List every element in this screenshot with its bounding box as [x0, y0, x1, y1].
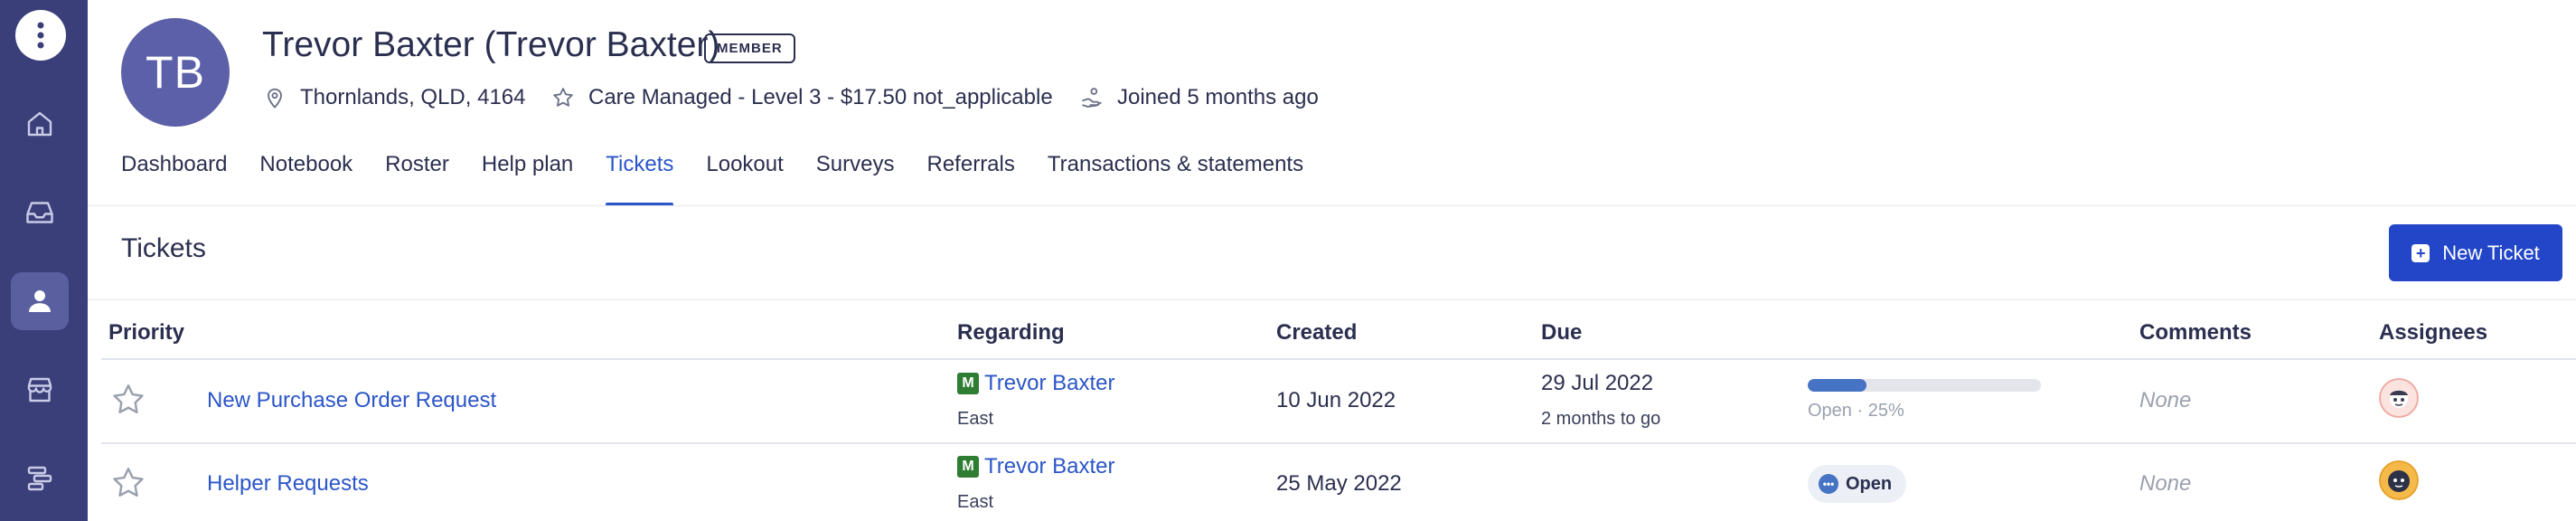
tab-transactions[interactable]: Transactions & statements	[1048, 145, 1303, 206]
member-avatar: TB	[121, 18, 230, 127]
column-header-due[interactable]: Due	[1541, 320, 1582, 346]
progress-fill	[1808, 379, 1866, 392]
store-icon	[27, 377, 52, 403]
sidebar	[0, 0, 88, 521]
member-type-badge: M	[957, 373, 979, 394]
sidebar-item-home[interactable]	[11, 95, 69, 153]
plan-text: Care Managed - Level 3 - $17.50 not_appl…	[588, 85, 1053, 109]
new-ticket-label: New Ticket	[2442, 241, 2540, 264]
star-outline-icon[interactable]	[109, 464, 147, 502]
tab-roster[interactable]: Roster	[385, 145, 449, 206]
regarding-name: Trevor Baxter	[984, 454, 1115, 478]
tab-dashboard[interactable]: Dashboard	[121, 145, 227, 206]
created-date: 25 May 2022	[1276, 471, 1402, 496]
tabs-divider	[88, 205, 2576, 206]
regarding-link[interactable]: M Trevor Baxter	[957, 371, 1114, 396]
due-relative: 2 months to go	[1541, 409, 1661, 429]
regarding-name: Trevor Baxter	[984, 371, 1115, 395]
plus-icon: +	[2411, 243, 2430, 262]
column-header-comments[interactable]: Comments	[2139, 320, 2252, 346]
status-ellipsis-icon: •••	[1819, 474, 1838, 494]
user-icon	[29, 290, 51, 312]
column-header-assignees[interactable]: Assignees	[2379, 320, 2487, 346]
status-badge: ••• Open	[1808, 465, 1907, 503]
column-header-created[interactable]: Created	[1276, 320, 1357, 346]
tab-notebook[interactable]: Notebook	[259, 145, 353, 206]
assignee-avatar[interactable]	[2379, 378, 2419, 418]
comments-count: None	[2139, 471, 2192, 496]
tab-lookout[interactable]: Lookout	[706, 145, 783, 206]
due-date: 29 Jul 2022	[1541, 371, 1654, 395]
column-header-regarding[interactable]: Regarding	[957, 320, 1065, 346]
sidebar-item-inbox[interactable]	[11, 184, 69, 242]
more-vertical-icon	[37, 22, 44, 49]
column-header-priority[interactable]: Priority	[108, 320, 184, 346]
member-plan: Care Managed - Level 3 - $17.50 not_appl…	[550, 80, 1053, 116]
created-date: 10 Jun 2022	[1276, 388, 1396, 412]
member-location: Thornlands, QLD, 4164	[262, 80, 525, 116]
sidebar-item-timeline[interactable]	[11, 450, 69, 507]
progress-label: Open · 25%	[1808, 401, 1904, 421]
section-divider	[88, 299, 2576, 300]
joined-text: Joined 5 months ago	[1117, 85, 1319, 109]
comments-count: None	[2139, 388, 2192, 412]
tab-surveys[interactable]: Surveys	[816, 145, 895, 206]
home-icon	[27, 111, 52, 137]
member-name: Trevor Baxter (Trevor Baxter)	[262, 25, 720, 64]
status-text: Open	[1846, 473, 1893, 494]
progress-bar	[1808, 379, 2041, 392]
row-divider	[101, 442, 2576, 444]
tab-help-plan[interactable]: Help plan	[482, 145, 573, 206]
location-text: Thornlands, QLD, 4164	[300, 85, 526, 109]
tab-tickets[interactable]: Tickets	[606, 145, 674, 206]
regarding-link[interactable]: M Trevor Baxter	[957, 454, 1114, 479]
sidebar-item-members[interactable]	[11, 272, 69, 330]
regarding-region: East	[957, 409, 994, 429]
app-menu-button[interactable]	[15, 10, 66, 61]
member-badge: MEMBER	[704, 33, 795, 63]
regarding-region: East	[957, 492, 994, 512]
assignee-avatar[interactable]	[2379, 460, 2419, 500]
location-pin-icon	[268, 88, 282, 109]
timeline-icon	[27, 466, 52, 491]
section-title: Tickets	[121, 233, 206, 263]
ticket-title-link[interactable]: New Purchase Order Request	[207, 388, 496, 413]
table-header-divider	[101, 358, 2576, 360]
ticket-title-link[interactable]: Helper Requests	[207, 471, 369, 497]
sidebar-item-store[interactable]	[11, 361, 69, 419]
member-type-badge: M	[957, 456, 979, 478]
star-outline-icon	[553, 88, 573, 107]
inbox-icon	[26, 202, 53, 223]
tab-referrals[interactable]: Referrals	[927, 145, 1015, 206]
member-joined: Joined 5 months ago	[1079, 80, 1319, 116]
hand-joined-icon	[1082, 88, 1102, 108]
new-ticket-button[interactable]: + New Ticket	[2389, 224, 2562, 281]
profile-tabs: Dashboard Notebook Roster Help plan Tick…	[121, 145, 1336, 206]
star-outline-icon[interactable]	[109, 381, 147, 419]
